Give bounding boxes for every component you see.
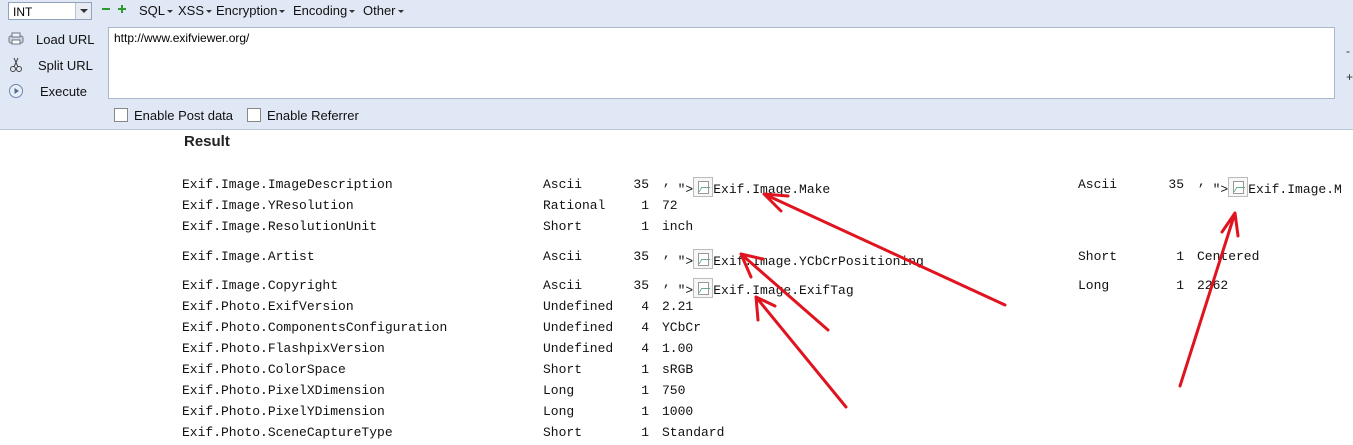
menu-sql[interactable]: SQL — [139, 3, 174, 18]
load-url-button[interactable]: Load URL — [6, 28, 106, 50]
execute-button[interactable]: Execute — [6, 80, 106, 102]
menu-other[interactable]: Other — [363, 3, 404, 18]
menu-encoding[interactable]: Encoding — [293, 3, 356, 18]
injected-payload: ’ "> — [662, 254, 694, 269]
injected-payload: ’ "> — [1197, 182, 1229, 197]
url-text: http://www.exifviewer.org/ — [114, 31, 250, 45]
arrow-4 — [1178, 211, 1240, 388]
arrow-3 — [754, 295, 848, 409]
menu-xss[interactable]: XSS — [178, 3, 213, 18]
load-url-icon — [8, 32, 24, 45]
plus-icon[interactable] — [118, 5, 126, 13]
checkbox-box[interactable] — [247, 108, 261, 122]
scissors-icon — [10, 57, 22, 72]
injected-payload: ’ "> — [662, 283, 694, 298]
hackbar-toolbar: INT SQL XSS Encryption Encoding Other Lo… — [0, 0, 1353, 130]
enable-referrer-checkbox[interactable]: Enable Referrer — [247, 108, 359, 123]
url-textarea[interactable]: http://www.exifviewer.org/ — [108, 27, 1335, 99]
encoding-type-select[interactable]: INT — [8, 2, 92, 20]
injected-payload: ’ "> — [662, 182, 694, 197]
enable-post-data-checkbox[interactable]: Enable Post data — [114, 108, 233, 123]
broken-image-icon — [1228, 177, 1249, 197]
select-value: INT — [13, 5, 33, 19]
broken-image-icon — [693, 177, 714, 197]
menu-encryption[interactable]: Encryption — [216, 3, 286, 18]
side-markers: - + — [1346, 44, 1353, 84]
broken-image-icon — [693, 249, 714, 269]
chevron-down-icon[interactable] — [75, 3, 91, 19]
split-url-button[interactable]: Split URL — [6, 54, 106, 76]
checkbox-box[interactable] — [114, 108, 128, 122]
broken-image-icon — [693, 278, 714, 298]
minus-icon[interactable] — [102, 5, 110, 13]
result-heading: Result — [184, 133, 230, 150]
play-icon — [9, 84, 23, 98]
